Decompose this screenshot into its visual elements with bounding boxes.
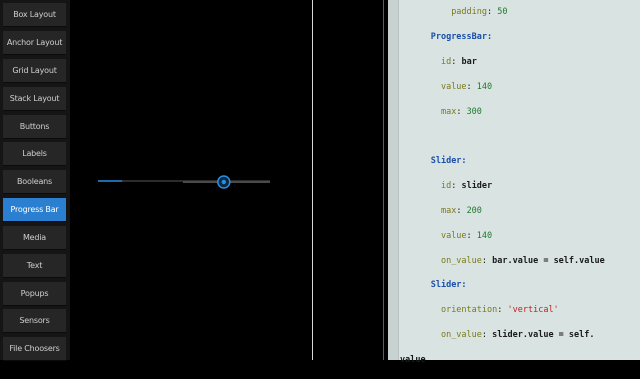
sidebar-item-progress-bar[interactable]: Progress Bar [3,198,66,222]
sidebar-item-grid-layout[interactable]: Grid Layout [3,59,66,83]
sidebar-item-labels[interactable]: Labels [3,142,66,166]
sidebar-item-box-layout[interactable]: Box Layout [3,3,66,27]
sidebar-item-anchor-layout[interactable]: Anchor Layout [3,31,66,55]
sidebar-item-text[interactable]: Text [3,254,66,278]
demo-canvas [70,0,388,360]
editor-gutter [388,0,399,360]
sidebar: Box Layout Anchor Layout Grid Layout Sta… [0,0,70,361]
sidebar-item-buttons[interactable]: Buttons [3,115,66,139]
code-text: padding: 50 ProgressBar: id: bar value: … [400,7,605,365]
progress-bar-fill [98,180,123,182]
sidebar-item-sensors[interactable]: Sensors [3,309,66,333]
kw-slider-2: Slider: [430,280,467,291]
kw-slider: Slider: [430,156,467,167]
widget-svg [98,0,384,360]
divider-line [383,0,384,360]
sidebar-item-file-choosers[interactable]: File Choosers [3,337,66,361]
sidebar-item-media[interactable]: Media [3,226,66,250]
sidebar-item-stack-layout[interactable]: Stack Layout [3,87,66,111]
slider-handle-dot [221,179,226,185]
vertical-slider-track[interactable] [312,0,313,360]
sidebar-item-booleans[interactable]: Booleans [3,170,66,194]
sidebar-item-popups[interactable]: Popups [3,282,66,306]
kw-progressbar: ProgressBar: [430,32,493,43]
